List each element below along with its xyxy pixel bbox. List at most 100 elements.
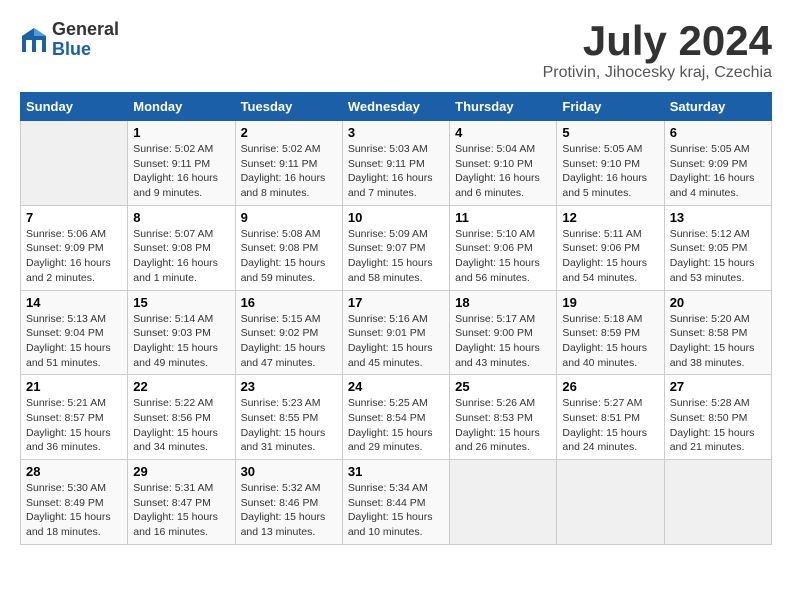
day-number: 14 xyxy=(26,295,122,310)
calendar-cell xyxy=(21,121,128,206)
day-info: Sunrise: 5:17 AMSunset: 9:00 PMDaylight:… xyxy=(455,312,551,371)
calendar-cell: 9 Sunrise: 5:08 AMSunset: 9:08 PMDaylight… xyxy=(235,205,342,290)
day-info: Sunrise: 5:06 AMSunset: 9:09 PMDaylight:… xyxy=(26,227,122,286)
calendar-cell: 3 Sunrise: 5:03 AMSunset: 9:11 PMDaylight… xyxy=(342,121,449,206)
day-info: Sunrise: 5:07 AMSunset: 9:08 PMDaylight:… xyxy=(133,227,229,286)
day-number: 28 xyxy=(26,464,122,479)
weekday-header-saturday: Saturday xyxy=(664,93,771,121)
calendar-cell: 14 Sunrise: 5:13 AMSunset: 9:04 PMDayligh… xyxy=(21,290,128,375)
calendar-cell xyxy=(450,460,557,545)
weekday-header-sunday: Sunday xyxy=(21,93,128,121)
day-info: Sunrise: 5:12 AMSunset: 9:05 PMDaylight:… xyxy=(670,227,766,286)
title-block: July 2024 Protivin, Jihocesky kraj, Czec… xyxy=(543,20,772,82)
calendar-cell: 27 Sunrise: 5:28 AMSunset: 8:50 PMDayligh… xyxy=(664,375,771,460)
calendar-week-1: 1 Sunrise: 5:02 AMSunset: 9:11 PMDaylight… xyxy=(21,121,772,206)
calendar-cell: 20Sunrise: 5:20 AMSunset: 8:58 PMDayligh… xyxy=(664,290,771,375)
day-info: Sunrise: 5:21 AMSunset: 8:57 PMDaylight:… xyxy=(26,396,122,455)
weekday-header-tuesday: Tuesday xyxy=(235,93,342,121)
day-number: 15 xyxy=(133,295,229,310)
logo: General Blue xyxy=(20,20,119,60)
calendar-cell: 16Sunrise: 5:15 AMSunset: 9:02 PMDayligh… xyxy=(235,290,342,375)
calendar-cell: 25 Sunrise: 5:26 AMSunset: 8:53 PMDayligh… xyxy=(450,375,557,460)
page-header: General Blue July 2024 Protivin, Jihoces… xyxy=(20,20,772,82)
calendar-cell: 19Sunrise: 5:18 AMSunset: 8:59 PMDayligh… xyxy=(557,290,664,375)
day-info: Sunrise: 5:08 AMSunset: 9:08 PMDaylight:… xyxy=(241,227,337,286)
weekday-header-monday: Monday xyxy=(128,93,235,121)
calendar-cell: 30Sunrise: 5:32 AMSunset: 8:46 PMDayligh… xyxy=(235,460,342,545)
weekday-header-thursday: Thursday xyxy=(450,93,557,121)
calendar-cell xyxy=(664,460,771,545)
calendar-cell: 6 Sunrise: 5:05 AMSunset: 9:09 PMDaylight… xyxy=(664,121,771,206)
month-title: July 2024 xyxy=(543,20,772,62)
day-info: Sunrise: 5:27 AMSunset: 8:51 PMDaylight:… xyxy=(562,396,658,455)
day-info: Sunrise: 5:02 AMSunset: 9:11 PMDaylight:… xyxy=(133,142,229,201)
calendar-cell: 21 Sunrise: 5:21 AMSunset: 8:57 PMDayligh… xyxy=(21,375,128,460)
calendar-cell: 8 Sunrise: 5:07 AMSunset: 9:08 PMDaylight… xyxy=(128,205,235,290)
calendar-week-3: 14 Sunrise: 5:13 AMSunset: 9:04 PMDayligh… xyxy=(21,290,772,375)
day-number: 8 xyxy=(133,210,229,225)
day-number: 31 xyxy=(348,464,444,479)
logo-text: General Blue xyxy=(52,20,119,60)
day-number: 21 xyxy=(26,379,122,394)
day-number: 25 xyxy=(455,379,551,394)
day-number: 17 xyxy=(348,295,444,310)
day-number: 9 xyxy=(241,210,337,225)
day-info: Sunrise: 5:34 AMSunset: 8:44 PMDaylight:… xyxy=(348,481,444,540)
day-info: Sunrise: 5:05 AMSunset: 9:10 PMDaylight:… xyxy=(562,142,658,201)
calendar-cell: 10Sunrise: 5:09 AMSunset: 9:07 PMDayligh… xyxy=(342,205,449,290)
calendar-cell: 17 Sunrise: 5:16 AMSunset: 9:01 PMDayligh… xyxy=(342,290,449,375)
calendar-cell: 2 Sunrise: 5:02 AMSunset: 9:11 PMDaylight… xyxy=(235,121,342,206)
calendar-cell: 22Sunrise: 5:22 AMSunset: 8:56 PMDayligh… xyxy=(128,375,235,460)
day-info: Sunrise: 5:26 AMSunset: 8:53 PMDaylight:… xyxy=(455,396,551,455)
day-number: 27 xyxy=(670,379,766,394)
day-number: 11 xyxy=(455,210,551,225)
day-info: Sunrise: 5:22 AMSunset: 8:56 PMDaylight:… xyxy=(133,396,229,455)
day-number: 20 xyxy=(670,295,766,310)
day-info: Sunrise: 5:13 AMSunset: 9:04 PMDaylight:… xyxy=(26,312,122,371)
weekday-header-wednesday: Wednesday xyxy=(342,93,449,121)
day-info: Sunrise: 5:04 AMSunset: 9:10 PMDaylight:… xyxy=(455,142,551,201)
day-info: Sunrise: 5:16 AMSunset: 9:01 PMDaylight:… xyxy=(348,312,444,371)
calendar-cell: 4 Sunrise: 5:04 AMSunset: 9:10 PMDaylight… xyxy=(450,121,557,206)
day-number: 3 xyxy=(348,125,444,140)
day-info: Sunrise: 5:32 AMSunset: 8:46 PMDaylight:… xyxy=(241,481,337,540)
calendar-week-2: 7 Sunrise: 5:06 AMSunset: 9:09 PMDaylight… xyxy=(21,205,772,290)
day-number: 18 xyxy=(455,295,551,310)
day-number: 24 xyxy=(348,379,444,394)
calendar-cell: 29 Sunrise: 5:31 AMSunset: 8:47 PMDayligh… xyxy=(128,460,235,545)
day-number: 29 xyxy=(133,464,229,479)
day-info: Sunrise: 5:18 AMSunset: 8:59 PMDaylight:… xyxy=(562,312,658,371)
calendar-week-5: 28 Sunrise: 5:30 AMSunset: 8:49 PMDayligh… xyxy=(21,460,772,545)
day-number: 7 xyxy=(26,210,122,225)
calendar-cell: 1 Sunrise: 5:02 AMSunset: 9:11 PMDaylight… xyxy=(128,121,235,206)
day-info: Sunrise: 5:11 AMSunset: 9:06 PMDaylight:… xyxy=(562,227,658,286)
calendar-cell: 23Sunrise: 5:23 AMSunset: 8:55 PMDayligh… xyxy=(235,375,342,460)
day-info: Sunrise: 5:14 AMSunset: 9:03 PMDaylight:… xyxy=(133,312,229,371)
day-info: Sunrise: 5:25 AMSunset: 8:54 PMDaylight:… xyxy=(348,396,444,455)
calendar-cell: 24 Sunrise: 5:25 AMSunset: 8:54 PMDayligh… xyxy=(342,375,449,460)
calendar-week-4: 21 Sunrise: 5:21 AMSunset: 8:57 PMDayligh… xyxy=(21,375,772,460)
location: Protivin, Jihocesky kraj, Czechia xyxy=(543,64,772,82)
day-info: Sunrise: 5:02 AMSunset: 9:11 PMDaylight:… xyxy=(241,142,337,201)
calendar-cell: 12Sunrise: 5:11 AMSunset: 9:06 PMDayligh… xyxy=(557,205,664,290)
day-info: Sunrise: 5:15 AMSunset: 9:02 PMDaylight:… xyxy=(241,312,337,371)
weekday-header-row: SundayMondayTuesdayWednesdayThursdayFrid… xyxy=(21,93,772,121)
logo-blue: Blue xyxy=(52,40,119,60)
day-info: Sunrise: 5:03 AMSunset: 9:11 PMDaylight:… xyxy=(348,142,444,201)
day-number: 10 xyxy=(348,210,444,225)
calendar-cell: 18 Sunrise: 5:17 AMSunset: 9:00 PMDayligh… xyxy=(450,290,557,375)
calendar-cell: 31 Sunrise: 5:34 AMSunset: 8:44 PMDayligh… xyxy=(342,460,449,545)
day-info: Sunrise: 5:05 AMSunset: 9:09 PMDaylight:… xyxy=(670,142,766,201)
day-number: 4 xyxy=(455,125,551,140)
calendar-cell: 26Sunrise: 5:27 AMSunset: 8:51 PMDayligh… xyxy=(557,375,664,460)
day-info: Sunrise: 5:30 AMSunset: 8:49 PMDaylight:… xyxy=(26,481,122,540)
day-number: 23 xyxy=(241,379,337,394)
calendar-cell: 11Sunrise: 5:10 AMSunset: 9:06 PMDayligh… xyxy=(450,205,557,290)
logo-general: General xyxy=(52,20,119,40)
day-number: 1 xyxy=(133,125,229,140)
day-number: 6 xyxy=(670,125,766,140)
day-info: Sunrise: 5:31 AMSunset: 8:47 PMDaylight:… xyxy=(133,481,229,540)
calendar-cell xyxy=(557,460,664,545)
day-info: Sunrise: 5:28 AMSunset: 8:50 PMDaylight:… xyxy=(670,396,766,455)
day-number: 2 xyxy=(241,125,337,140)
